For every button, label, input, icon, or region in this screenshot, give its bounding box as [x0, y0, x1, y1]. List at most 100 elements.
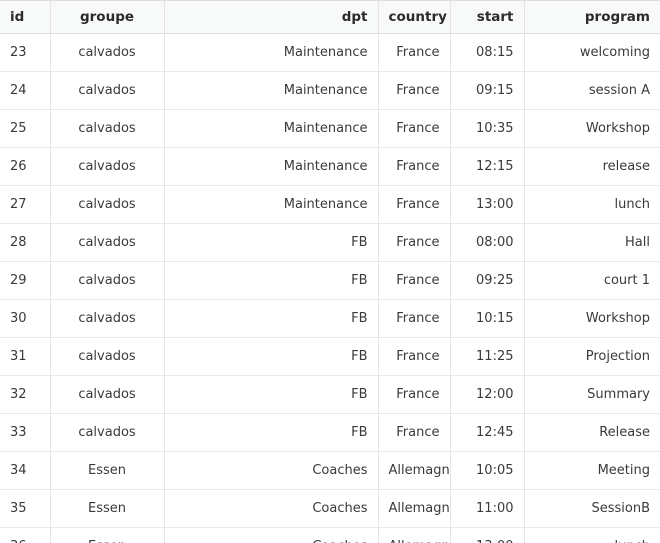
cell-country: Allemagne	[378, 451, 451, 490]
cell-start: 10:15	[450, 299, 525, 338]
cell-country: France	[378, 299, 451, 338]
cell-program: Summary	[524, 375, 660, 414]
cell-id: 27	[0, 185, 51, 224]
cell-program: Hall	[524, 223, 660, 262]
table-row[interactable]: 28 calvados FB France 08:00 Hall	[0, 223, 660, 262]
cell-start: 10:05	[450, 451, 525, 490]
cell-program: Projection	[524, 337, 660, 376]
column-header-country[interactable]: country	[378, 0, 451, 34]
cell-country: France	[378, 375, 451, 414]
cell-program: court 1	[524, 261, 660, 300]
cell-groupe: calvados	[50, 223, 165, 262]
cell-start: 13:00	[450, 185, 525, 224]
cell-dpt: Coaches	[164, 451, 379, 490]
column-header-id[interactable]: id	[0, 0, 51, 34]
cell-country: Allemagne	[378, 489, 451, 528]
cell-id: 26	[0, 147, 51, 186]
cell-dpt: Maintenance	[164, 71, 379, 110]
table-row[interactable]: 23 calvados Maintenance France 08:15 welcomin…	[0, 33, 660, 72]
cell-country: Allemagne	[378, 527, 451, 543]
cell-program: release	[524, 147, 660, 186]
table-row[interactable]: 27 calvados Maintenance France 13:00 lunch	[0, 185, 660, 224]
cell-program: Release	[524, 413, 660, 452]
cell-groupe: calvados	[50, 33, 165, 72]
table-row[interactable]: 36EssenCoachesAllemagne13:00lunch	[0, 527, 660, 543]
cell-id: 31	[0, 337, 51, 376]
cell-country: France	[378, 71, 451, 110]
cell-program: Workshop	[524, 109, 660, 148]
cell-groupe: calvados	[50, 71, 165, 110]
cell-id: 29	[0, 261, 51, 300]
table-row[interactable]: 24 calvados Maintenance France 09:15 session …	[0, 71, 660, 110]
cell-id: 35	[0, 489, 51, 528]
cell-id: 24	[0, 71, 51, 110]
cell-start: 10:35	[450, 109, 525, 148]
table-row[interactable]: 25 calvados Maintenance France 10:35 Workshop	[0, 109, 660, 148]
table-row[interactable]: 32 calvados FB France 12:00 Summary	[0, 375, 660, 414]
cell-program: welcoming	[524, 33, 660, 72]
cell-dpt: FB	[164, 375, 379, 414]
cell-groupe: calvados	[50, 109, 165, 148]
cell-program: session A	[524, 71, 660, 110]
cell-groupe: calvados	[50, 261, 165, 300]
cell-start: 11:25	[450, 337, 525, 376]
cell-country: France	[378, 109, 451, 148]
cell-start: 08:15	[450, 33, 525, 72]
table-header: id groupe dpt country start program	[0, 0, 660, 34]
cell-start: 13:00	[450, 527, 525, 543]
table-row[interactable]: 29 calvados FB France 09:25 court 1	[0, 261, 660, 300]
data-table: id groupe dpt country start program 23 calvado…	[0, 0, 660, 543]
cell-groupe: Essen	[50, 451, 165, 490]
table-row[interactable]: 31 calvados FB France 11:25 Projection	[0, 337, 660, 376]
table-row[interactable]: 34EssenCoachesAllemagne10:05Meeting	[0, 451, 660, 490]
cell-id: 28	[0, 223, 51, 262]
cell-dpt: Maintenance	[164, 147, 379, 186]
data-table-container: id groupe dpt country start program 23 calvado…	[0, 0, 660, 543]
cell-program: lunch	[524, 185, 660, 224]
cell-id: 32	[0, 375, 51, 414]
cell-id: 25	[0, 109, 51, 148]
column-header-start[interactable]: start	[450, 0, 525, 34]
cell-dpt: FB	[164, 413, 379, 452]
cell-start: 08:00	[450, 223, 525, 262]
cell-groupe: Essen	[50, 489, 165, 528]
cell-id: 30	[0, 299, 51, 338]
cell-dpt: FB	[164, 261, 379, 300]
cell-start: 12:45	[450, 413, 525, 452]
cell-dpt: Coaches	[164, 527, 379, 543]
table-row[interactable]: 33 calvados FB France 12:45 Release	[0, 413, 660, 452]
cell-start: 12:15	[450, 147, 525, 186]
column-header-dpt[interactable]: dpt	[164, 0, 379, 34]
cell-country: France	[378, 185, 451, 224]
cell-groupe: calvados	[50, 185, 165, 224]
cell-program: Workshop	[524, 299, 660, 338]
cell-dpt: Maintenance	[164, 109, 379, 148]
cell-country: France	[378, 261, 451, 300]
cell-dpt: Maintenance	[164, 185, 379, 224]
column-header-program[interactable]: program	[524, 0, 660, 34]
cell-program: lunch	[524, 527, 660, 543]
cell-groupe: Essen	[50, 527, 165, 543]
cell-country: France	[378, 223, 451, 262]
cell-start: 12:00	[450, 375, 525, 414]
cell-start: 09:25	[450, 261, 525, 300]
cell-dpt: FB	[164, 337, 379, 376]
cell-groupe: calvados	[50, 337, 165, 376]
cell-country: France	[378, 413, 451, 452]
table-row[interactable]: 35EssenCoachesAllemagne11:00SessionB	[0, 489, 660, 528]
cell-dpt: Maintenance	[164, 33, 379, 72]
table-row[interactable]: 26 calvados Maintenance France 12:15 release	[0, 147, 660, 186]
cell-groupe: calvados	[50, 147, 165, 186]
cell-start: 09:15	[450, 71, 525, 110]
table-row[interactable]: 30 calvados FB France 10:15 Workshop	[0, 299, 660, 338]
column-header-groupe[interactable]: groupe	[50, 0, 165, 34]
cell-country: France	[378, 337, 451, 376]
cell-id: 36	[0, 527, 51, 543]
cell-dpt: Coaches	[164, 489, 379, 528]
cell-id: 23	[0, 33, 51, 72]
cell-program: SessionB	[524, 489, 660, 528]
cell-start: 11:00	[450, 489, 525, 528]
cell-groupe: calvados	[50, 375, 165, 414]
cell-dpt: FB	[164, 223, 379, 262]
cell-groupe: calvados	[50, 299, 165, 338]
